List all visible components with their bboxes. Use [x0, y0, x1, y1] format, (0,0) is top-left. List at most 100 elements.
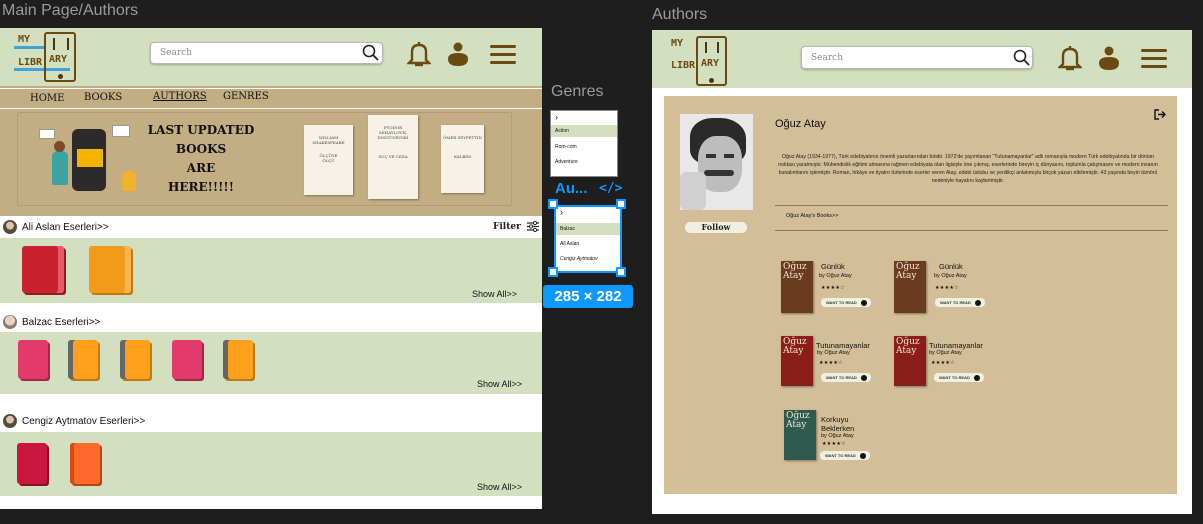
show-all-link[interactable]: Show All>>: [472, 289, 517, 299]
logo[interactable]: MY LIBR ARY: [668, 36, 728, 86]
want-to-read-button[interactable]: WANT TO READ: [820, 451, 870, 460]
cover-title: SUÇ VE CEZA: [378, 154, 408, 159]
book-icon[interactable]: [17, 443, 47, 484]
book-card[interactable]: Oğuz Atay Tutunamayanlar by Oğuz Atay ★★…: [894, 336, 1004, 388]
chevron-right-icon[interactable]: ›: [556, 207, 620, 219]
book-card[interactable]: Oğuz Atay Korkuyu Beklerken by Oğuz Atay…: [784, 410, 884, 462]
authors-dropdown[interactable]: › Balzac Ali Aslan Cengiz Aytmatov: [554, 205, 622, 273]
genre-item[interactable]: Adventure: [551, 156, 617, 168]
book-icon[interactable]: [223, 340, 253, 379]
book-icon[interactable]: [70, 443, 100, 484]
want-to-read-button[interactable]: WANT TO READ: [821, 373, 871, 382]
book-shelf-section: [0, 238, 542, 303]
book-icon[interactable]: [172, 340, 202, 379]
nav-authors[interactable]: AUTHORS: [153, 91, 207, 102]
search-input[interactable]: Search: [150, 42, 383, 64]
frame1-title[interactable]: Main Page/Authors: [2, 2, 138, 20]
section-label: Balzac Eserleri>>: [22, 316, 101, 328]
search-placeholder: Search: [160, 48, 192, 58]
book-title: Günlük: [821, 262, 845, 271]
want-to-read-button[interactable]: WANT TO READ: [821, 298, 871, 307]
book-cover[interactable]: Oğuz Atay: [784, 410, 816, 460]
menu-icon[interactable]: [1140, 48, 1168, 70]
book-author: by Oğuz Atay: [934, 273, 967, 279]
section-title-ali-aslan[interactable]: Ali Aslan Eserleri>>: [3, 220, 109, 234]
follow-button[interactable]: Follow: [685, 222, 747, 233]
search-input[interactable]: Search: [801, 46, 1033, 69]
genre-item[interactable]: Rom-com: [551, 141, 617, 153]
chevron-right-icon[interactable]: ›: [551, 111, 617, 123]
section-title-cengiz-aytmatov[interactable]: Cengiz Aytmatov Eserleri>>: [3, 414, 145, 428]
book-icon[interactable]: [18, 340, 48, 379]
genres-dropdown[interactable]: › Action Rom-com Adventure: [550, 110, 618, 177]
selection-handle[interactable]: [548, 267, 558, 277]
frame2-title[interactable]: Authors: [652, 6, 707, 24]
banner[interactable]: LAST UPDATED BOOKS ARE HERE!!!!! WILLIAM…: [17, 112, 512, 206]
book-icon[interactable]: [120, 340, 150, 379]
book-card[interactable]: Oğuz Atay Günlük by Oğuz Atay ★★★★☆ WANT…: [894, 261, 994, 313]
bell-icon[interactable]: [1058, 44, 1082, 74]
book-cover[interactable]: Oğuz Atay: [781, 261, 813, 313]
book-card[interactable]: Oğuz Atay Tutunamayanlar by Oğuz Atay ★★…: [781, 336, 891, 388]
cover-author: DOSTOYEVSKİ: [377, 135, 409, 140]
eye-shape: [724, 154, 734, 158]
book-cover[interactable]: Oğuz Atay: [894, 261, 926, 313]
filter-button[interactable]: Filter: [493, 221, 539, 232]
book-cover[interactable]: Oğuz Atay: [781, 336, 813, 386]
menu-icon[interactable]: [489, 44, 517, 66]
want-to-read-label: WANT TO READ: [939, 375, 970, 380]
component2-title[interactable]: Au...: [555, 180, 588, 197]
banner-book-cover[interactable]: ÖMER SEYFETTİN KALBİM: [441, 125, 484, 193]
avatar: [3, 315, 17, 329]
author-bio: Oğuz Atay (1934-1977), Türk edebiyatının…: [778, 154, 1158, 184]
nav-genres[interactable]: GENRES: [223, 91, 269, 102]
component-title[interactable]: Genres: [551, 83, 603, 101]
user-icon[interactable]: [1098, 46, 1120, 72]
selection-handle[interactable]: [616, 199, 626, 209]
phone-icon: ARY: [696, 36, 727, 86]
book-icon[interactable]: [89, 246, 131, 293]
selection-handle[interactable]: [548, 199, 558, 209]
book-icon[interactable]: [68, 340, 98, 379]
book-icon[interactable]: [22, 246, 64, 293]
book-title: Tutunamayanlar: [929, 341, 983, 350]
phone-icon: ARY: [44, 32, 76, 82]
author-photo: [680, 114, 753, 210]
chevron-circle-icon: [860, 299, 867, 306]
user-icon[interactable]: [447, 42, 469, 68]
nav-divider: [0, 88, 542, 89]
book-author: by Oğuz Atay: [821, 433, 854, 439]
book-card[interactable]: Oğuz Atay Günlük by Oğuz Atay ★★★★☆ WANT…: [781, 261, 881, 313]
logo-text-ary: ARY: [49, 54, 68, 65]
nav-home[interactable]: HOME: [30, 93, 64, 104]
book-author: by Oğuz Atay: [817, 350, 850, 356]
section-title-balzac[interactable]: Balzac Eserleri>>: [3, 315, 100, 329]
show-all-link[interactable]: Show All>>: [477, 379, 522, 389]
code-icon[interactable]: </>: [599, 181, 622, 196]
author-item[interactable]: Ali Aslan: [556, 238, 620, 250]
star-rating: ★★★★☆: [821, 285, 845, 291]
divider: [775, 230, 1168, 231]
book-cover[interactable]: Oğuz Atay: [894, 336, 926, 386]
author-item[interactable]: Cengiz Aytmatov: [556, 253, 620, 265]
banner-book-cover[interactable]: FYODOR MİHAYLOVİÇ DOSTOYEVSKİ SUÇ VE CEZ…: [368, 115, 418, 199]
section-label: Ali Aslan Eserleri>>: [22, 221, 109, 233]
want-to-read-button[interactable]: WANT TO READ: [935, 298, 985, 307]
author-books-link[interactable]: Oğuz Atay's Books>>: [786, 213, 838, 219]
logout-icon[interactable]: [1154, 109, 1166, 120]
show-all-link[interactable]: Show All>>: [477, 482, 522, 492]
genre-item[interactable]: Action: [551, 125, 617, 137]
bell-icon[interactable]: [407, 40, 431, 70]
logo[interactable]: MY LIBR ARY: [14, 32, 80, 82]
search-icon[interactable]: [1013, 49, 1031, 67]
want-to-read-button[interactable]: WANT TO READ: [934, 373, 984, 382]
banner-book-cover[interactable]: WILLIAM SHAKESPEARE ÖLÇÜYE ÖLÇÜ: [304, 125, 353, 195]
nav-books[interactable]: BOOKS: [84, 92, 122, 103]
banner-line: HERE!!!!!: [168, 180, 234, 194]
banner-text: LAST UPDATED BOOKS ARE HERE!!!!!: [146, 121, 256, 197]
author-item[interactable]: Balzac: [556, 223, 620, 235]
logo-text-my: MY: [18, 34, 31, 45]
authors-frame: MY LIBR ARY Search Follow Oğuz Atay Oğuz…: [652, 30, 1192, 514]
selection-handle[interactable]: [616, 267, 626, 277]
search-icon[interactable]: [362, 44, 380, 62]
